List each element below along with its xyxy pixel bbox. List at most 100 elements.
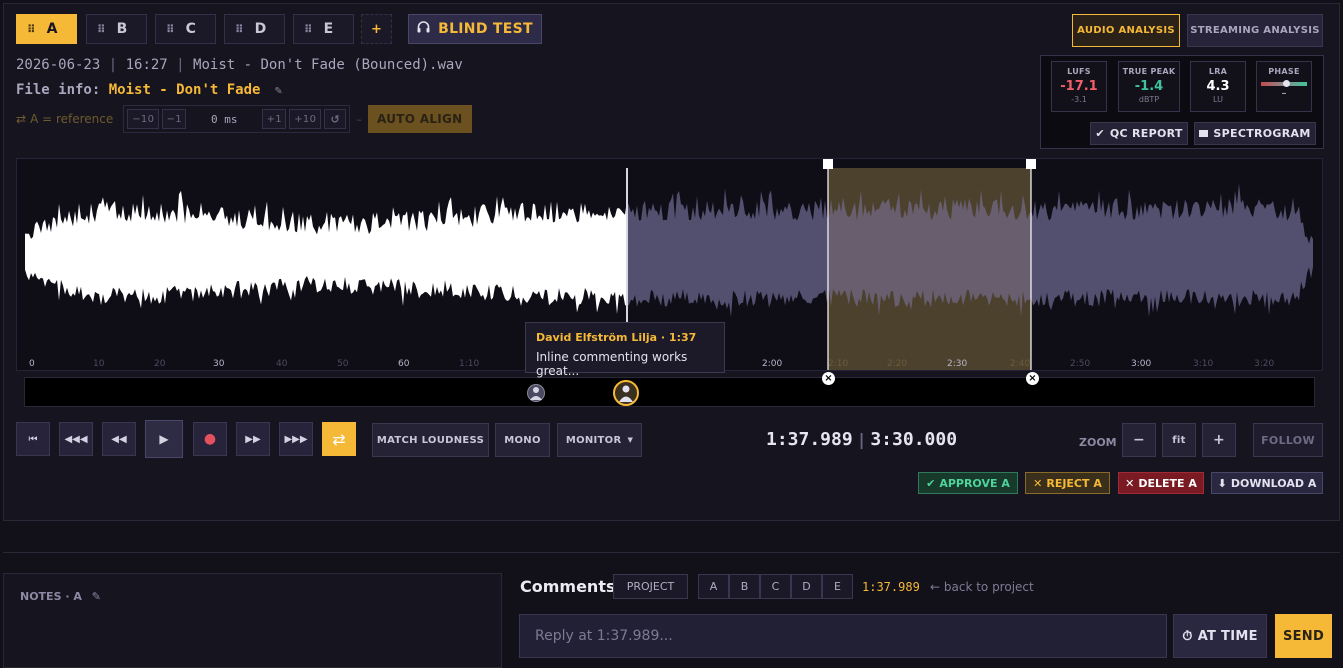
monitor-dropdown[interactable]: MONITOR ▼	[557, 423, 642, 457]
drag-handle-icon[interactable]: ⠿	[235, 23, 244, 36]
ruler-label: 30	[213, 359, 225, 369]
forward-fast-button[interactable]: ▶▶▶	[279, 422, 313, 456]
ruler-label: 2:10	[828, 359, 849, 369]
reply-input[interactable]: Reply at 1:37.989...	[519, 614, 1167, 658]
headphones-icon	[417, 21, 430, 37]
loop-start-close-icon[interactable]: ×	[822, 372, 835, 385]
ruler-label: 2:40	[1010, 359, 1031, 369]
commenter-avatar-active[interactable]	[613, 380, 639, 406]
loop-icon: ⇄	[332, 429, 346, 449]
comment-tab-a[interactable]: A	[698, 574, 729, 599]
phase-bar	[1261, 80, 1307, 87]
delete-button[interactable]: ✕ DELETE A	[1118, 472, 1204, 494]
offset-minus1-button[interactable]: −1	[162, 109, 187, 129]
at-time-label: AT TIME	[1197, 628, 1258, 644]
notes-title-label: NOTES · A	[20, 590, 82, 603]
skip-start-button[interactable]: ⏮	[16, 422, 50, 456]
comment-lane[interactable]	[24, 377, 1315, 407]
lra-value: 4.3	[1206, 79, 1230, 94]
tooltip-author: David Elfström Lilja · 1:37	[536, 331, 697, 344]
match-loudness-button[interactable]: MATCH LOUDNESS	[372, 423, 489, 457]
qc-report-button[interactable]: ✔ QC REPORT	[1090, 122, 1188, 145]
offset-plus10-button[interactable]: +10	[289, 109, 322, 129]
spectrogram-icon	[1199, 130, 1209, 137]
notes-title: NOTES · A ✎	[20, 590, 101, 603]
total-time: 3:30.000	[870, 429, 958, 450]
loop-end-close-icon[interactable]: ×	[1026, 372, 1039, 385]
rewind-fast-button[interactable]: ◀◀◀	[59, 422, 93, 456]
download-icon: ⬇	[1217, 476, 1227, 490]
download-label: DOWNLOAD A	[1230, 476, 1317, 490]
loop-end-handle[interactable]	[1026, 159, 1036, 169]
reject-button[interactable]: ✕ REJECT A	[1025, 472, 1110, 494]
lufs-value: -17.1	[1060, 79, 1098, 94]
version-tab-d[interactable]: ⠿ D	[224, 14, 285, 44]
spectrogram-label: SPECTROGRAM	[1213, 127, 1311, 140]
zoom-out-button[interactable]: −	[1122, 423, 1156, 457]
download-button[interactable]: ⬇ DOWNLOAD A	[1211, 472, 1323, 494]
offset-minus10-button[interactable]: −10	[127, 109, 160, 129]
reset-offset-icon[interactable]: ↺	[324, 109, 347, 129]
file-date: 2026-06-23	[16, 57, 101, 73]
version-tab-c[interactable]: ⠿ C	[155, 14, 216, 44]
notes-panel[interactable]: NOTES · A ✎	[3, 573, 502, 668]
comments-title: Comments	[520, 577, 616, 596]
lufs-label: LUFS	[1067, 67, 1091, 76]
approve-button[interactable]: ✔ APPROVE A	[918, 472, 1018, 494]
blind-test-button[interactable]: BLIND TEST	[408, 14, 542, 44]
zoom-in-button[interactable]: +	[1202, 423, 1236, 457]
send-button[interactable]: SEND	[1275, 614, 1332, 658]
follow-button[interactable]: FOLLOW	[1253, 423, 1323, 457]
pencil-icon[interactable]: ✎	[92, 590, 101, 603]
comment-tab-b[interactable]: B	[729, 574, 760, 599]
lufs-sub: -3.1	[1071, 95, 1087, 104]
drag-handle-icon[interactable]: ⠿	[166, 23, 175, 36]
loop-start-handle[interactable]	[823, 159, 833, 169]
tab-project[interactable]: PROJECT	[613, 574, 688, 599]
version-tab-b[interactable]: ⠿ B	[86, 14, 147, 44]
phase-meter: PHASE –	[1256, 61, 1312, 112]
spectrogram-button[interactable]: SPECTROGRAM	[1194, 122, 1316, 145]
drag-handle-icon[interactable]: ⠿	[97, 23, 106, 36]
file-info-line: File info: Moist - Don't Fade ✎	[16, 82, 282, 98]
comment-tab-e[interactable]: E	[822, 574, 853, 599]
mono-button[interactable]: MONO	[495, 423, 550, 457]
skip-start-icon: ⏮	[28, 433, 38, 445]
play-button[interactable]: ▶	[145, 420, 183, 458]
comment-tab-c[interactable]: C	[760, 574, 791, 599]
pencil-icon[interactable]: ✎	[275, 83, 282, 97]
check-icon: ✔	[1095, 127, 1105, 140]
comment-tab-d[interactable]: D	[791, 574, 822, 599]
file-time: 16:27	[125, 57, 168, 73]
add-version-button[interactable]: +	[361, 14, 392, 44]
offset-plus1-button[interactable]: +1	[262, 109, 287, 129]
zoom-fit-button[interactable]: fit	[1162, 423, 1196, 457]
loop-button[interactable]: ⇄	[322, 422, 356, 456]
version-tab-e[interactable]: ⠿ E	[293, 14, 354, 44]
swap-icon: ⇄	[16, 112, 27, 126]
rewind-fast-icon: ◀◀◀	[64, 433, 88, 445]
forward-button[interactable]: ▶▶	[236, 422, 270, 456]
file-info-label: File info:	[16, 82, 101, 98]
tab-streaming-analysis[interactable]: STREAMING ANALYSIS	[1187, 14, 1323, 47]
loudness-meters: LUFS -17.1 -3.1 TRUE PEAK -1.4 dBTP LRA …	[1040, 55, 1324, 149]
commenter-avatar[interactable]	[527, 384, 545, 402]
reject-label: REJECT A	[1046, 476, 1102, 490]
chevron-down-icon: ▼	[627, 436, 634, 444]
monitor-label: MONITOR	[565, 434, 622, 446]
drag-handle-icon[interactable]: ⠿	[304, 23, 313, 36]
version-tab-a[interactable]: ⠿ A	[16, 14, 77, 44]
true-peak-value: -1.4	[1134, 79, 1164, 94]
version-tab-label: A	[46, 21, 58, 37]
record-button[interactable]: ●	[193, 422, 227, 456]
back-to-project-link[interactable]: ← back to project	[930, 580, 1034, 594]
auto-align-button[interactable]: AUTO ALIGN	[367, 105, 472, 133]
lra-label: LRA	[1208, 67, 1228, 76]
at-time-button[interactable]: ⏱ AT TIME	[1173, 614, 1267, 658]
true-peak-sub: dBTP	[1138, 95, 1160, 104]
tab-audio-analysis[interactable]: AUDIO ANALYSIS	[1072, 14, 1180, 47]
rewind-button[interactable]: ◀◀	[102, 422, 136, 456]
phase-label: PHASE	[1268, 67, 1300, 76]
ruler-label: 2:50	[1070, 359, 1091, 369]
drag-handle-icon[interactable]: ⠿	[27, 23, 36, 36]
